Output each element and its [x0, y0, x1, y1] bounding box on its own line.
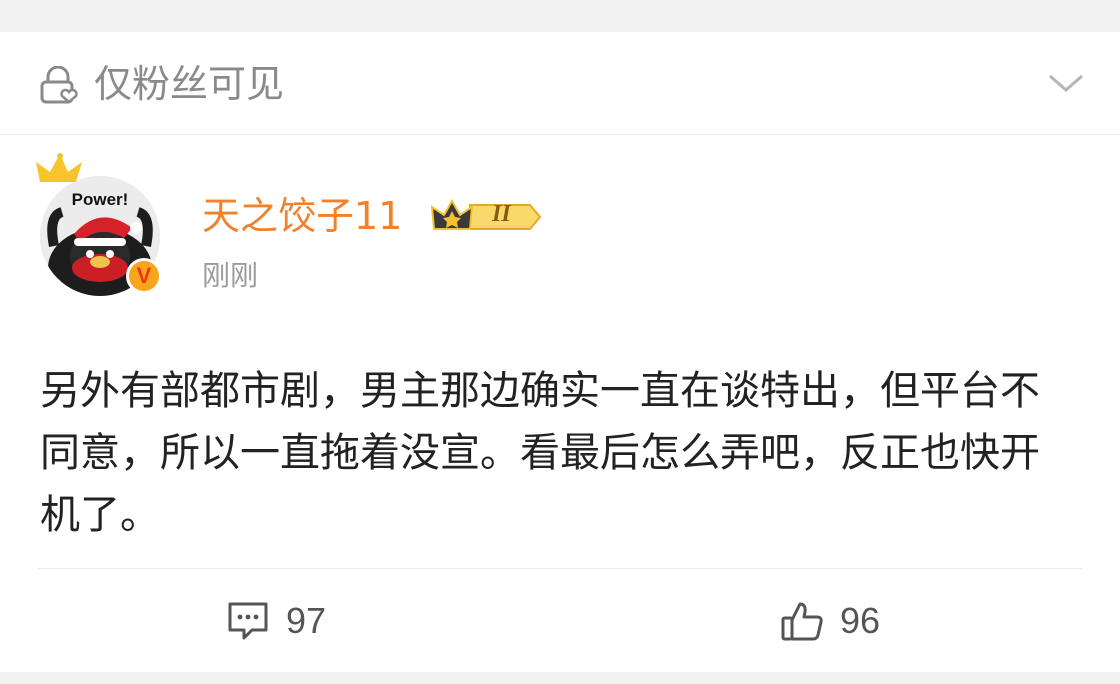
username[interactable]: 天之饺子11	[202, 192, 402, 240]
lock-heart-icon	[40, 66, 78, 104]
crown-icon	[36, 153, 82, 182]
like-count: 96	[840, 600, 881, 641]
comment-button[interactable]: 97	[226, 596, 376, 646]
vip-crown-badge-icon[interactable]: II	[430, 195, 542, 239]
visibility-label: 仅粉丝可见	[94, 62, 285, 106]
visibility-bar[interactable]: 仅粉丝可见	[0, 32, 1120, 135]
verified-badge: V	[126, 258, 162, 294]
post-card: 仅粉丝可见 Power! V 天之饺子11 II 刚刚 另外有部都市剧，男主那边…	[0, 32, 1120, 672]
thumbs-up-icon	[781, 602, 823, 641]
avatar[interactable]: Power! V	[30, 152, 180, 302]
post-time: 刚刚	[202, 259, 259, 292]
bottom-spacer	[0, 672, 1120, 684]
chevron-down-icon[interactable]	[1046, 68, 1086, 98]
post-text: 另外有部都市剧，男主那边确实一直在谈特出，但平台不同意，所以一直拖着没宣。看最后…	[40, 368, 1040, 538]
avatar-text: Power!	[71, 190, 129, 209]
comment-count: 97	[286, 600, 327, 641]
comment-icon	[228, 602, 268, 640]
vip-level-text: II	[492, 201, 511, 227]
like-button[interactable]: 96	[780, 596, 930, 646]
divider	[38, 568, 1082, 569]
